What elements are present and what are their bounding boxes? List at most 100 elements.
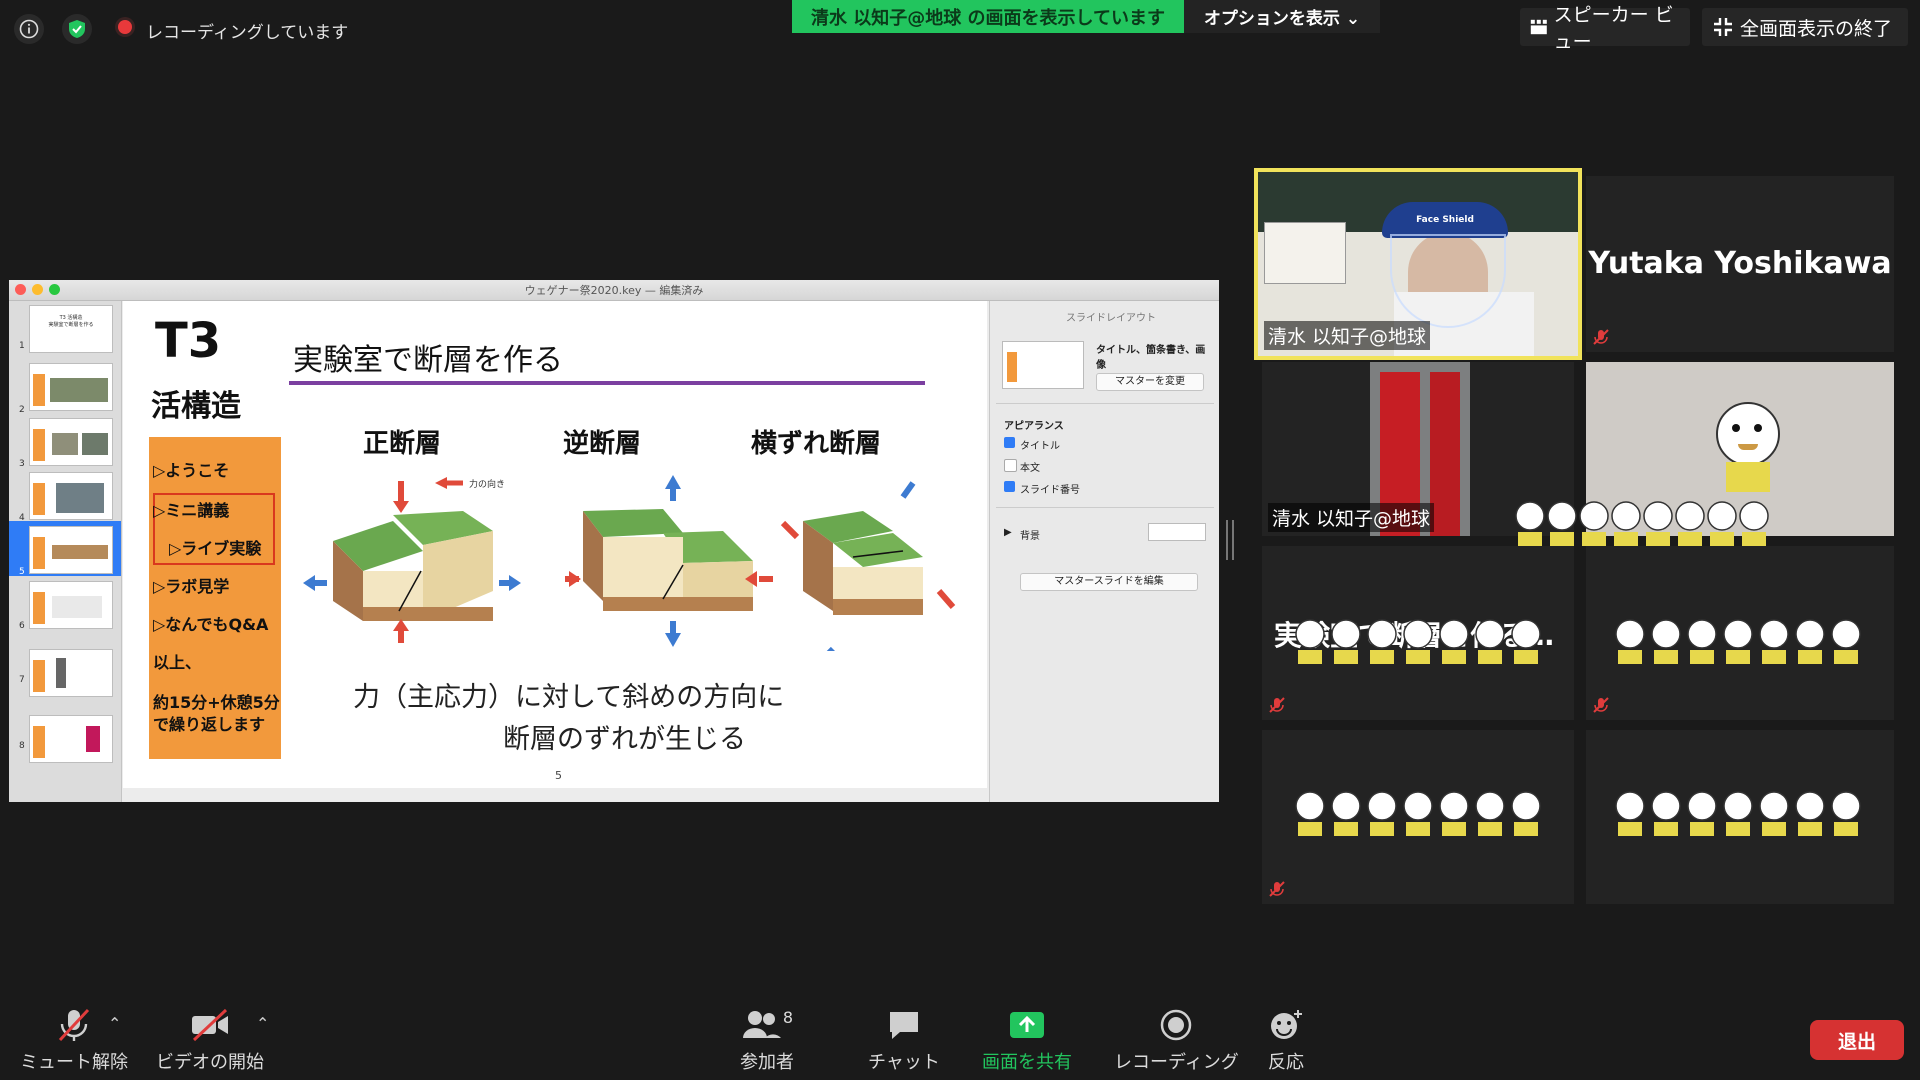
video-tile-7[interactable] <box>1262 730 1574 904</box>
split-resize-handle[interactable] <box>1226 520 1234 560</box>
slide-title: 実験室で断層を作る <box>293 343 563 378</box>
video-tile-yutaka[interactable]: Yutaka Yoshikawa <box>1586 176 1894 352</box>
participants-label: 参加者 <box>740 1052 794 1073</box>
poster <box>1264 222 1346 284</box>
speaker-view-button[interactable]: スピーカー ビュー <box>1520 4 1690 53</box>
participants-button[interactable]: 8 参加者 <box>740 1008 794 1074</box>
slide-page-number: 5 <box>555 769 562 782</box>
body-checkbox[interactable] <box>1004 459 1017 472</box>
recording-indicator-icon <box>118 20 132 34</box>
start-video-label: ビデオの開始 <box>156 1052 264 1073</box>
shared-keynote-window: ウェゲナー祭2020.key — 編集済み 1 T3 活構造 実験室で断層を作る … <box>9 280 1219 802</box>
share-screen-button[interactable]: 画面を共有 <box>982 1008 1072 1074</box>
slide-layout-inspector[interactable]: スライドレイアウト タイトル、箇条書き、画像 マスターを変更 アピアランス タイ… <box>989 301 1219 802</box>
reverse-fault-block <box>565 475 773 647</box>
share-banner: 清水 以知子@地球 の画面を表示しています <box>792 0 1184 33</box>
smiley-reaction-icon <box>1271 1010 1302 1039</box>
slide-badge-t3: T3 <box>155 313 222 369</box>
recording-status: レコーディングしています <box>146 23 349 43</box>
inspector-header: スライドレイアウト <box>1066 313 1156 324</box>
chat-bubble-icon <box>889 1012 918 1039</box>
change-master-button[interactable]: マスターを変更 <box>1096 373 1204 391</box>
speaker-view-label: スピーカー ビュー <box>1553 4 1674 53</box>
title-option-label: タイトル <box>1020 441 1060 452</box>
background-expand-icon[interactable]: ▶ <box>1004 527 1012 538</box>
mascot-sticker-row <box>1615 791 1861 836</box>
slide-thumbnail-5[interactable] <box>29 526 113 574</box>
muted-mic-icon <box>1593 697 1609 713</box>
share-screen-label: 画面を共有 <box>982 1052 1072 1073</box>
participant-name-large: Yutaka Yoshikawa <box>1588 246 1892 281</box>
participant-name: 清水 以知子@地球 <box>1264 321 1431 350</box>
meeting-info-icon[interactable] <box>14 14 44 44</box>
video-tile-active-speaker[interactable]: Face Shield 清水 以知子@地球 <box>1254 168 1582 360</box>
share-screen-icon <box>1010 1012 1044 1038</box>
video-tile-8[interactable] <box>1586 730 1894 904</box>
edit-master-slide-button[interactable]: マスタースライドを編集 <box>1020 573 1198 591</box>
body-option-label: 本文 <box>1020 463 1040 474</box>
thumb-number: 2 <box>19 405 25 415</box>
slide-canvas[interactable]: T3 活構造 実験室で断層を作る ▷ようこそ ▷ミニ講義 ▷ライブ実験 ▷ラボ見… <box>123 301 987 788</box>
background-color-well[interactable] <box>1148 523 1206 541</box>
start-video-button[interactable]: ビデオの開始 <box>156 1008 264 1074</box>
view-options-button[interactable]: オプションを表示 ⌄ <box>1184 0 1380 33</box>
video-off-icon <box>192 1008 228 1042</box>
slide-thumbnail-6[interactable] <box>29 581 113 629</box>
exit-fullscreen-icon <box>1714 18 1732 36</box>
fault-label-strike-slip: 横ずれ断層 <box>751 429 882 459</box>
slide-navigator[interactable]: 1 T3 活構造 実験室で断層を作る 2 3 4 5 6 7 8 <box>9 301 122 802</box>
slide-thumbnail-1[interactable]: T3 活構造 実験室で断層を作る <box>29 305 113 353</box>
chat-button[interactable]: チャット <box>868 1008 940 1074</box>
agenda-item: ▷ようこそ <box>153 461 230 480</box>
reactions-label: 反応 <box>1268 1052 1304 1073</box>
slide-caption-line1: 力（主応力）に対して斜めの方向に <box>353 682 785 713</box>
fault-label-reverse: 逆断層 <box>563 429 642 459</box>
recording-button[interactable]: レコーディング <box>1114 1008 1239 1074</box>
grid-icon <box>1530 19 1547 35</box>
fault-label-normal: 正断層 <box>363 429 442 459</box>
window-zoom-icon[interactable] <box>49 284 60 295</box>
reactions-button[interactable]: 反応 <box>1268 1008 1304 1074</box>
video-tile-5[interactable]: 実験室で断層を作る… <box>1262 546 1574 720</box>
lab-press-frame <box>1430 372 1460 536</box>
window-close-icon[interactable] <box>15 284 26 295</box>
slide-caption-line2: 断層のずれが生じる <box>503 724 746 755</box>
video-options-chevron-icon[interactable]: ⌃ <box>256 1014 269 1033</box>
thumb-number: 8 <box>19 741 25 751</box>
agenda-item: ▷ラボ見学 <box>153 577 230 596</box>
force-note-label: 力の向き <box>469 478 505 490</box>
audio-options-chevron-icon[interactable]: ⌃ <box>108 1014 121 1033</box>
participants-icon <box>742 1011 781 1038</box>
slide-thumbnail-2[interactable] <box>29 363 113 411</box>
exit-fullscreen-label: 全画面表示の終了 <box>1740 17 1893 40</box>
recording-label: レコーディング <box>1114 1052 1239 1073</box>
divider <box>996 403 1214 404</box>
thumb-number: 6 <box>19 621 25 631</box>
mascot-sticker-row <box>1295 619 1541 664</box>
slide-number-checkbox[interactable] <box>1004 481 1015 492</box>
slide-thumbnail-3[interactable] <box>29 418 113 466</box>
agenda-item: 以上、 <box>153 653 202 672</box>
video-tile-6[interactable] <box>1586 546 1894 720</box>
thumb-number: 1 <box>19 341 25 351</box>
participants-count: 8 <box>782 1008 794 1027</box>
agenda-panel: ▷ようこそ ▷ミニ講義 ▷ライブ実験 ▷ラボ見学 ▷なんでもQ&A 以上、 約1… <box>149 437 281 759</box>
layout-name: タイトル、箇条書き、画像 <box>1096 345 1206 371</box>
agenda-item: ▷なんでもQ&A <box>153 615 269 634</box>
title-underline <box>289 381 925 385</box>
title-checkbox[interactable] <box>1004 437 1015 448</box>
mascot-sticker-row <box>1615 619 1861 664</box>
slide-thumbnail-7[interactable] <box>29 649 113 697</box>
divider <box>996 507 1214 508</box>
exit-fullscreen-button[interactable]: 全画面表示の終了 <box>1702 8 1908 46</box>
normal-fault-block: 力の向き <box>303 477 521 643</box>
slide-thumbnail-4[interactable] <box>29 472 113 520</box>
chat-label: チャット <box>868 1052 940 1073</box>
leave-meeting-button[interactable]: 退出 <box>1810 1020 1904 1060</box>
window-minimize-icon[interactable] <box>32 284 43 295</box>
thumb-number: 7 <box>19 675 25 685</box>
background-label: 背景 <box>1020 531 1040 542</box>
layout-preview-thumbnail[interactable] <box>1002 341 1084 389</box>
slide-thumbnail-8[interactable] <box>29 715 113 763</box>
security-shield-icon[interactable] <box>62 14 92 44</box>
